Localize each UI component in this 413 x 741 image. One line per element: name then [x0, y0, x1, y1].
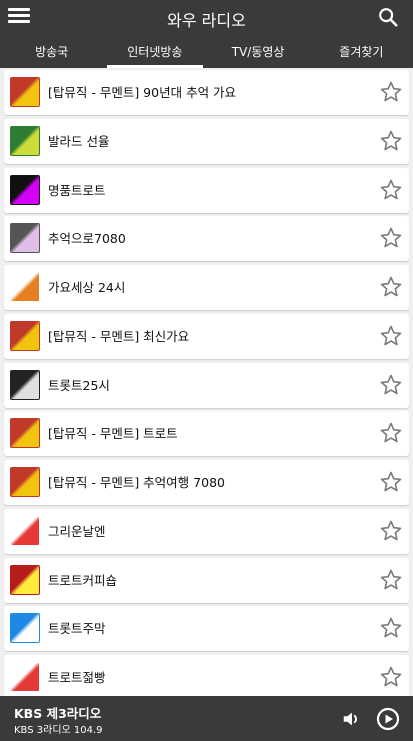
station-label: 트롯트주막 — [48, 621, 106, 637]
star-outline-icon[interactable] — [379, 275, 403, 299]
star-outline-icon[interactable] — [379, 373, 403, 397]
list-item[interactable]: 트로트커피숍 — [4, 557, 409, 603]
station-label: [탑뮤직 - 무멘트] 트로트 — [48, 426, 178, 442]
list-item[interactable]: 트롯트주막 — [4, 606, 409, 652]
station-label: 트롯트25시 — [48, 377, 110, 393]
station-thumbnail — [10, 272, 40, 302]
list-item[interactable]: 명품트로트 — [4, 167, 409, 213]
star-outline-icon[interactable] — [379, 129, 403, 153]
station-thumbnail — [10, 174, 40, 205]
tab-tv-video[interactable]: TV/동영상 — [207, 36, 310, 68]
station-thumbnail — [10, 662, 40, 692]
star-outline-icon[interactable] — [379, 226, 403, 250]
star-outline-icon[interactable] — [379, 80, 403, 104]
star-outline-icon[interactable] — [379, 519, 403, 543]
list-item[interactable]: 트로트젊빵 — [4, 655, 409, 696]
list-item[interactable]: [탑뮤직 - 무멘트] 90년대 추억 가요 — [4, 70, 409, 115]
station-label: 추억으로7080 — [48, 231, 126, 247]
station-thumbnail — [10, 418, 40, 449]
station-thumbnail — [10, 223, 40, 254]
list-item[interactable]: [탑뮤직 - 무멘트] 최신가요 — [4, 313, 409, 359]
star-outline-icon[interactable] — [379, 178, 403, 202]
list-item[interactable]: 추억으로7080 — [4, 216, 409, 262]
station-label: 트로트커피숍 — [48, 572, 118, 588]
list-item[interactable]: 트롯트25시 — [4, 362, 409, 408]
star-outline-icon[interactable] — [379, 324, 403, 348]
mini-player[interactable]: KBS 제3라디오 KBS 3라디오 104.9 — [0, 696, 413, 741]
star-outline-icon[interactable] — [379, 470, 403, 494]
station-label: 명품트로트 — [48, 182, 106, 198]
station-thumbnail — [10, 564, 40, 595]
station-thumbnail — [10, 369, 40, 400]
player-station-sub: KBS 3라디오 104.9 — [14, 725, 103, 736]
list-item[interactable]: [탑뮤직 - 무멘트] 트로트 — [4, 411, 409, 457]
search-icon[interactable] — [377, 6, 399, 28]
tab-favorites[interactable]: 즐겨찾기 — [310, 36, 413, 68]
station-label: 그리운날엔 — [48, 523, 106, 539]
list-item[interactable]: [탑뮤직 - 무멘트] 추억여행 7080 — [4, 460, 409, 505]
station-thumbnail — [10, 77, 40, 107]
station-label: 가요세상 24시 — [48, 280, 126, 295]
star-outline-icon[interactable] — [379, 568, 403, 592]
app-title: 와우 라디오 — [167, 11, 246, 30]
station-thumbnail — [10, 613, 40, 644]
station-thumbnail — [10, 515, 40, 546]
app-bar: 와우 라디오 — [0, 0, 413, 36]
station-thumbnail — [10, 320, 40, 351]
station-label: [탑뮤직 - 무멘트] 추억여행 7080 — [48, 475, 225, 490]
list-item[interactable]: 발라드 선율 — [4, 118, 409, 164]
station-label: 발라드 선율 — [48, 133, 110, 149]
tab-broadcast[interactable]: 방송국 — [0, 36, 103, 68]
list-item[interactable]: 그리운날엔 — [4, 508, 409, 554]
station-thumbnail — [10, 467, 40, 497]
star-outline-icon[interactable] — [379, 665, 403, 689]
tab-bar: 방송국 인터넷방송 TV/동영상 즐겨찾기 — [0, 36, 413, 68]
tab-internet-radio[interactable]: 인터넷방송 — [103, 36, 206, 68]
play-circle-icon[interactable] — [376, 707, 400, 731]
star-outline-icon[interactable] — [379, 616, 403, 640]
list-item[interactable]: 가요세상 24시 — [4, 265, 409, 310]
star-outline-icon[interactable] — [379, 421, 403, 445]
station-thumbnail — [10, 125, 40, 156]
station-list[interactable]: [탑뮤직 - 무멘트] 90년대 추억 가요발라드 선율명품트로트추억으로708… — [0, 68, 413, 696]
station-label: 트로트젊빵 — [48, 670, 106, 685]
station-label: [탑뮤직 - 무멘트] 최신가요 — [48, 328, 190, 344]
volume-icon[interactable] — [341, 708, 363, 730]
player-station-name: KBS 제3라디오 — [14, 706, 102, 721]
station-label: [탑뮤직 - 무멘트] 90년대 추억 가요 — [48, 85, 237, 100]
